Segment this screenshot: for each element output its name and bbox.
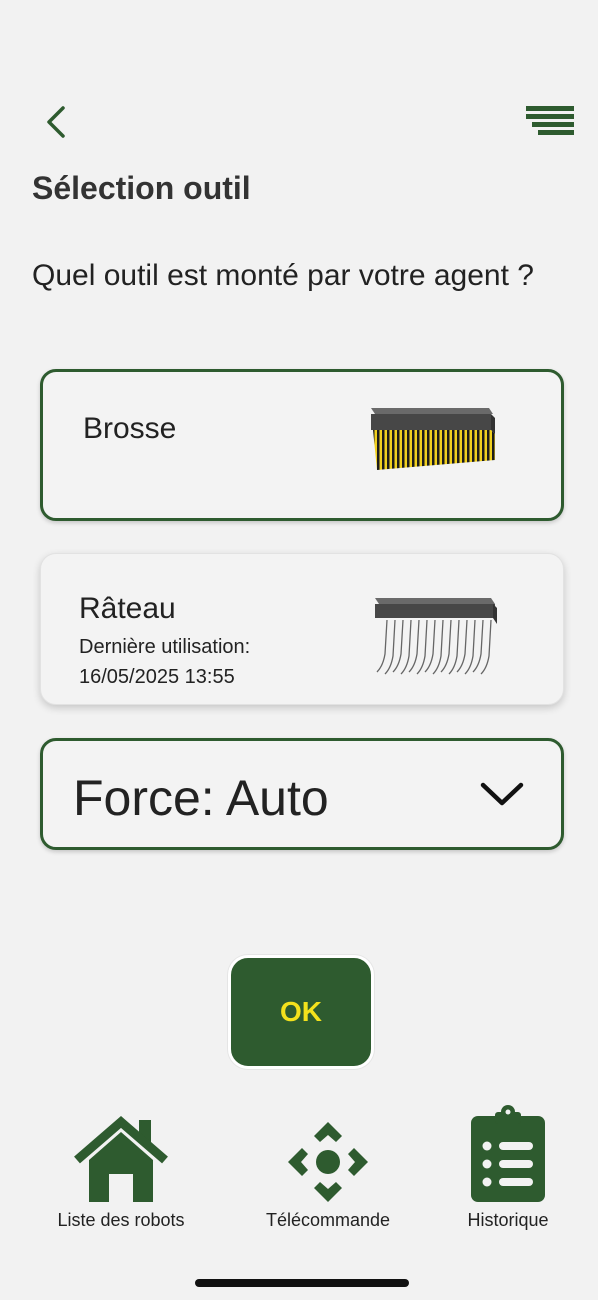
clipboard-list-icon — [471, 1105, 545, 1202]
tool-name: Brosse — [83, 412, 177, 445]
nav-label: Historique — [467, 1210, 549, 1230]
nav-robot-list[interactable]: Liste des robots — [40, 1108, 202, 1231]
brush-tool-image — [371, 408, 495, 470]
back-button[interactable] — [36, 100, 76, 144]
remote-control-icon — [288, 1122, 368, 1202]
tool-card-brosse[interactable]: Brosse — [40, 369, 564, 521]
chevron-left-icon — [47, 106, 65, 138]
ok-button[interactable]: OK — [228, 955, 374, 1069]
page-title: Sélection outil — [32, 170, 251, 206]
menu-button[interactable] — [522, 100, 578, 144]
nav-remote-control[interactable]: Télécommande — [248, 1108, 408, 1231]
home-indicator[interactable] — [195, 1279, 409, 1287]
force-dropdown[interactable]: Force: Auto — [40, 738, 564, 850]
tool-selection-screen: Sélection outil Quel outil est monté par… — [0, 0, 598, 1300]
nav-history[interactable]: Historique — [450, 1105, 566, 1231]
menu-lines-icon — [526, 106, 574, 135]
chevron-down-icon — [480, 782, 524, 806]
tool-card-rateau[interactable]: Râteau Dernière utilisation: 16/05/2025 … — [40, 553, 564, 705]
force-value: Force: Auto — [73, 770, 329, 826]
nav-label: Liste des robots — [57, 1210, 185, 1230]
last-used-info: Dernière utilisation: 16/05/2025 13:55 — [79, 632, 250, 692]
last-used-label: Dernière utilisation: — [79, 636, 251, 658]
last-used-date: 16/05/2025 13:55 — [79, 666, 235, 688]
rake-tool-image — [375, 598, 497, 675]
home-icon — [74, 1116, 168, 1202]
tool-name: Râteau — [79, 592, 176, 625]
tool-question: Quel outil est monté par votre agent ? — [32, 259, 534, 292]
nav-label: Télécommande — [265, 1210, 391, 1230]
